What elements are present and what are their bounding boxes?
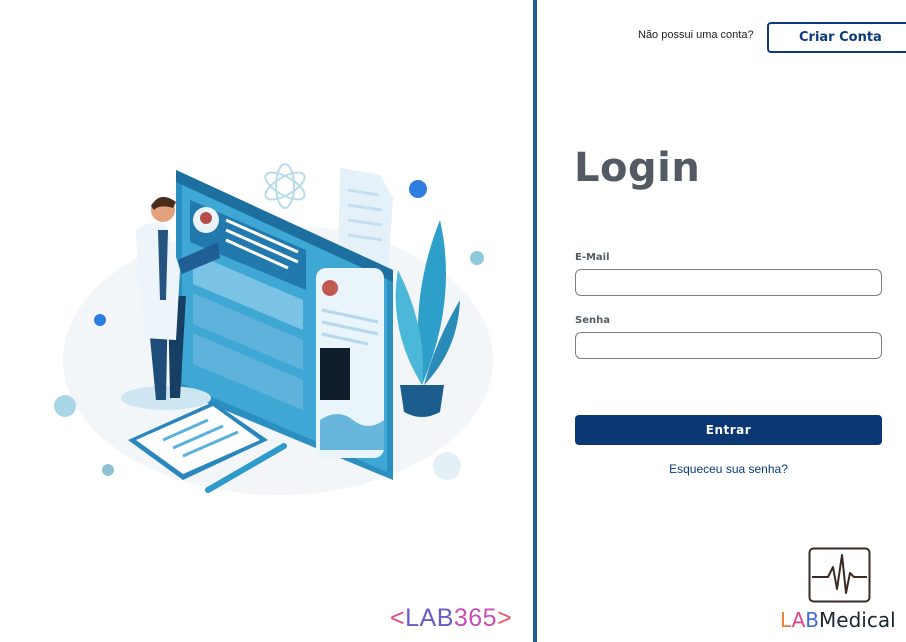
page-title: Login: [574, 145, 701, 191]
no-account-text: Não possui uma conta?: [638, 29, 754, 41]
forgot-password-link[interactable]: Esqueceu sua senha?: [575, 462, 882, 476]
login-panel: Não possui uma conta? Criar Conta Login …: [537, 0, 906, 642]
password-field[interactable]: [575, 332, 882, 359]
doctor-dashboard-illustration: [54, 163, 493, 495]
email-label: E-Mail: [575, 252, 610, 263]
labmedical-logo: LABMedical: [780, 608, 896, 632]
create-account-button[interactable]: Criar Conta: [767, 22, 906, 53]
illustration-panel: <LAB365>: [0, 0, 533, 642]
password-label: Senha: [575, 315, 610, 326]
login-submit-button[interactable]: Entrar: [575, 415, 882, 445]
heartbeat-monitor-icon: [808, 547, 871, 603]
lab365-logo: <LAB365>: [390, 604, 513, 632]
email-field[interactable]: [575, 269, 882, 296]
